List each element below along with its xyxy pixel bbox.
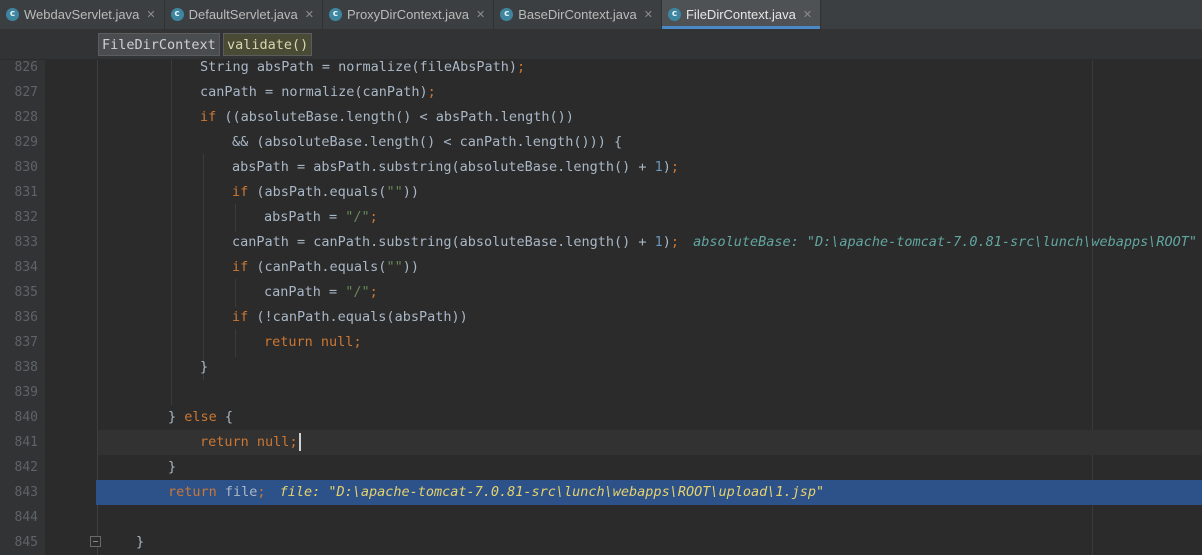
code-line[interactable]: 843 return file; file: "D:\apache-tomcat-7… [0, 480, 1202, 505]
tab-label: DefaultServlet.java [188, 7, 298, 22]
editor-tabs: c WebdavServlet.java ✕ c DefaultServlet.… [0, 0, 1202, 30]
tab-filedircontext[interactable]: c FileDirContext.java ✕ [661, 0, 822, 29]
line-number: 829 [14, 135, 38, 150]
tab-label: WebdavServlet.java [24, 7, 140, 22]
code-text: } [168, 459, 177, 475]
line-number: 840 [14, 410, 38, 425]
code-line[interactable]: 826 String absPath = normalize(fileAbsPat… [0, 55, 1202, 80]
code-text: } [200, 359, 209, 375]
code-line[interactable]: 845} [0, 530, 1202, 555]
code-line[interactable]: 829 && (absoluteBase.length() < canPath.l… [0, 130, 1202, 155]
code-text: if ((absoluteBase.length() < absPath.len… [200, 109, 574, 125]
line-number: 837 [14, 335, 38, 350]
code-line[interactable]: 835 canPath = "/"; [0, 280, 1202, 305]
line-number: 842 [14, 460, 38, 475]
code-text: absPath = absPath.substring(absoluteBase… [232, 159, 680, 175]
line-number: 838 [14, 360, 38, 375]
close-icon[interactable]: ✕ [476, 8, 485, 21]
close-icon[interactable]: ✕ [305, 8, 314, 21]
close-icon[interactable]: ✕ [146, 8, 155, 21]
text-caret [298, 433, 301, 451]
debug-inline-value: file: "D:\apache-tomcat-7.0.81-src\lunch… [279, 484, 825, 500]
code-line[interactable]: 841 return null; [0, 430, 1202, 455]
code-text: && (absoluteBase.length() < canPath.leng… [232, 134, 623, 150]
debug-inline-value: absoluteBase: "D:\apache-tomcat-7.0.81-s… [693, 234, 1197, 250]
code-text: } [136, 534, 145, 550]
code-line[interactable]: 830 absPath = absPath.substring(absoluteB… [0, 155, 1202, 180]
java-class-icon: c [500, 8, 514, 21]
code-text: canPath = normalize(canPath); [200, 84, 436, 100]
line-number: 832 [14, 210, 38, 225]
java-class-icon: c [170, 8, 184, 21]
line-number: 845 [14, 535, 38, 550]
code-line[interactable]: 832 absPath = "/"; [0, 205, 1202, 230]
line-number: 828 [14, 110, 38, 125]
code-text: } else { [168, 409, 234, 425]
line-number: 827 [14, 85, 38, 100]
code-line[interactable]: 831 if (absPath.equals("")) [0, 180, 1202, 205]
code-line[interactable]: 833 canPath = canPath.substring(absoluteB… [0, 230, 1202, 255]
line-number: 841 [14, 435, 38, 450]
code-text: canPath = canPath.substring(absoluteBase… [232, 234, 1197, 250]
code-line[interactable]: 838} [0, 355, 1202, 380]
tab-basedircontext[interactable]: c BaseDirContext.java ✕ [494, 0, 662, 29]
code-text: absPath = "/"; [264, 209, 378, 225]
breadcrumb-method[interactable]: validate() [223, 33, 313, 56]
breadcrumb-class[interactable]: FileDirContext [98, 33, 220, 56]
code-text: return file; file: "D:\apache-tomcat-7.0.… [168, 484, 825, 500]
code-line[interactable]: 827 canPath = normalize(canPath); [0, 80, 1202, 105]
line-number: 844 [14, 510, 38, 525]
java-class-icon: c [328, 8, 342, 21]
code-line[interactable]: 840 } else { [0, 405, 1202, 430]
line-number: 839 [14, 385, 38, 400]
close-icon[interactable]: ✕ [644, 8, 653, 21]
line-number: 831 [14, 185, 38, 200]
code-text: if (absPath.equals("")) [232, 184, 419, 200]
tab-label: BaseDirContext.java [518, 7, 637, 22]
tab-proxydircontext[interactable]: c ProxyDirContext.java ✕ [323, 0, 495, 29]
code-text: canPath = "/"; [264, 284, 378, 300]
line-number: 836 [14, 310, 38, 325]
code-text: return null; [264, 334, 362, 350]
tab-label: ProxyDirContext.java [346, 7, 470, 22]
code-line[interactable]: 842} [0, 455, 1202, 480]
java-class-icon: c [667, 8, 681, 21]
line-number: 826 [14, 60, 38, 75]
close-icon[interactable]: ✕ [803, 8, 812, 21]
line-number: 833 [14, 235, 38, 250]
line-number: 834 [14, 260, 38, 275]
line-number: 835 [14, 285, 38, 300]
line-number: 830 [14, 160, 38, 175]
tab-defaultservlet[interactable]: c DefaultServlet.java ✕ [165, 0, 323, 29]
code-text: if (canPath.equals("")) [232, 259, 419, 275]
tab-label: FileDirContext.java [685, 7, 796, 22]
code-text: String absPath = normalize(fileAbsPath); [200, 59, 526, 75]
code-text: if (!canPath.equals(absPath)) [232, 309, 468, 325]
tab-webdavservlet[interactable]: c WebdavServlet.java ✕ [0, 0, 165, 29]
code-line[interactable]: 837 return null; [0, 330, 1202, 355]
code-line[interactable]: 839 [0, 380, 1202, 405]
java-class-icon: c [6, 8, 19, 21]
ide-window: c WebdavServlet.java ✕ c DefaultServlet.… [0, 0, 1202, 555]
code-line[interactable]: 828 if ((absoluteBase.length() < absPath.… [0, 105, 1202, 130]
code-line[interactable]: 844 [0, 505, 1202, 530]
code-line[interactable]: 836 if (!canPath.equals(absPath)) [0, 305, 1202, 330]
code-line[interactable]: 834 if (canPath.equals("")) [0, 255, 1202, 280]
fold-icon[interactable] [90, 536, 101, 547]
code-text: return null; [200, 430, 301, 455]
line-number: 843 [14, 485, 38, 500]
